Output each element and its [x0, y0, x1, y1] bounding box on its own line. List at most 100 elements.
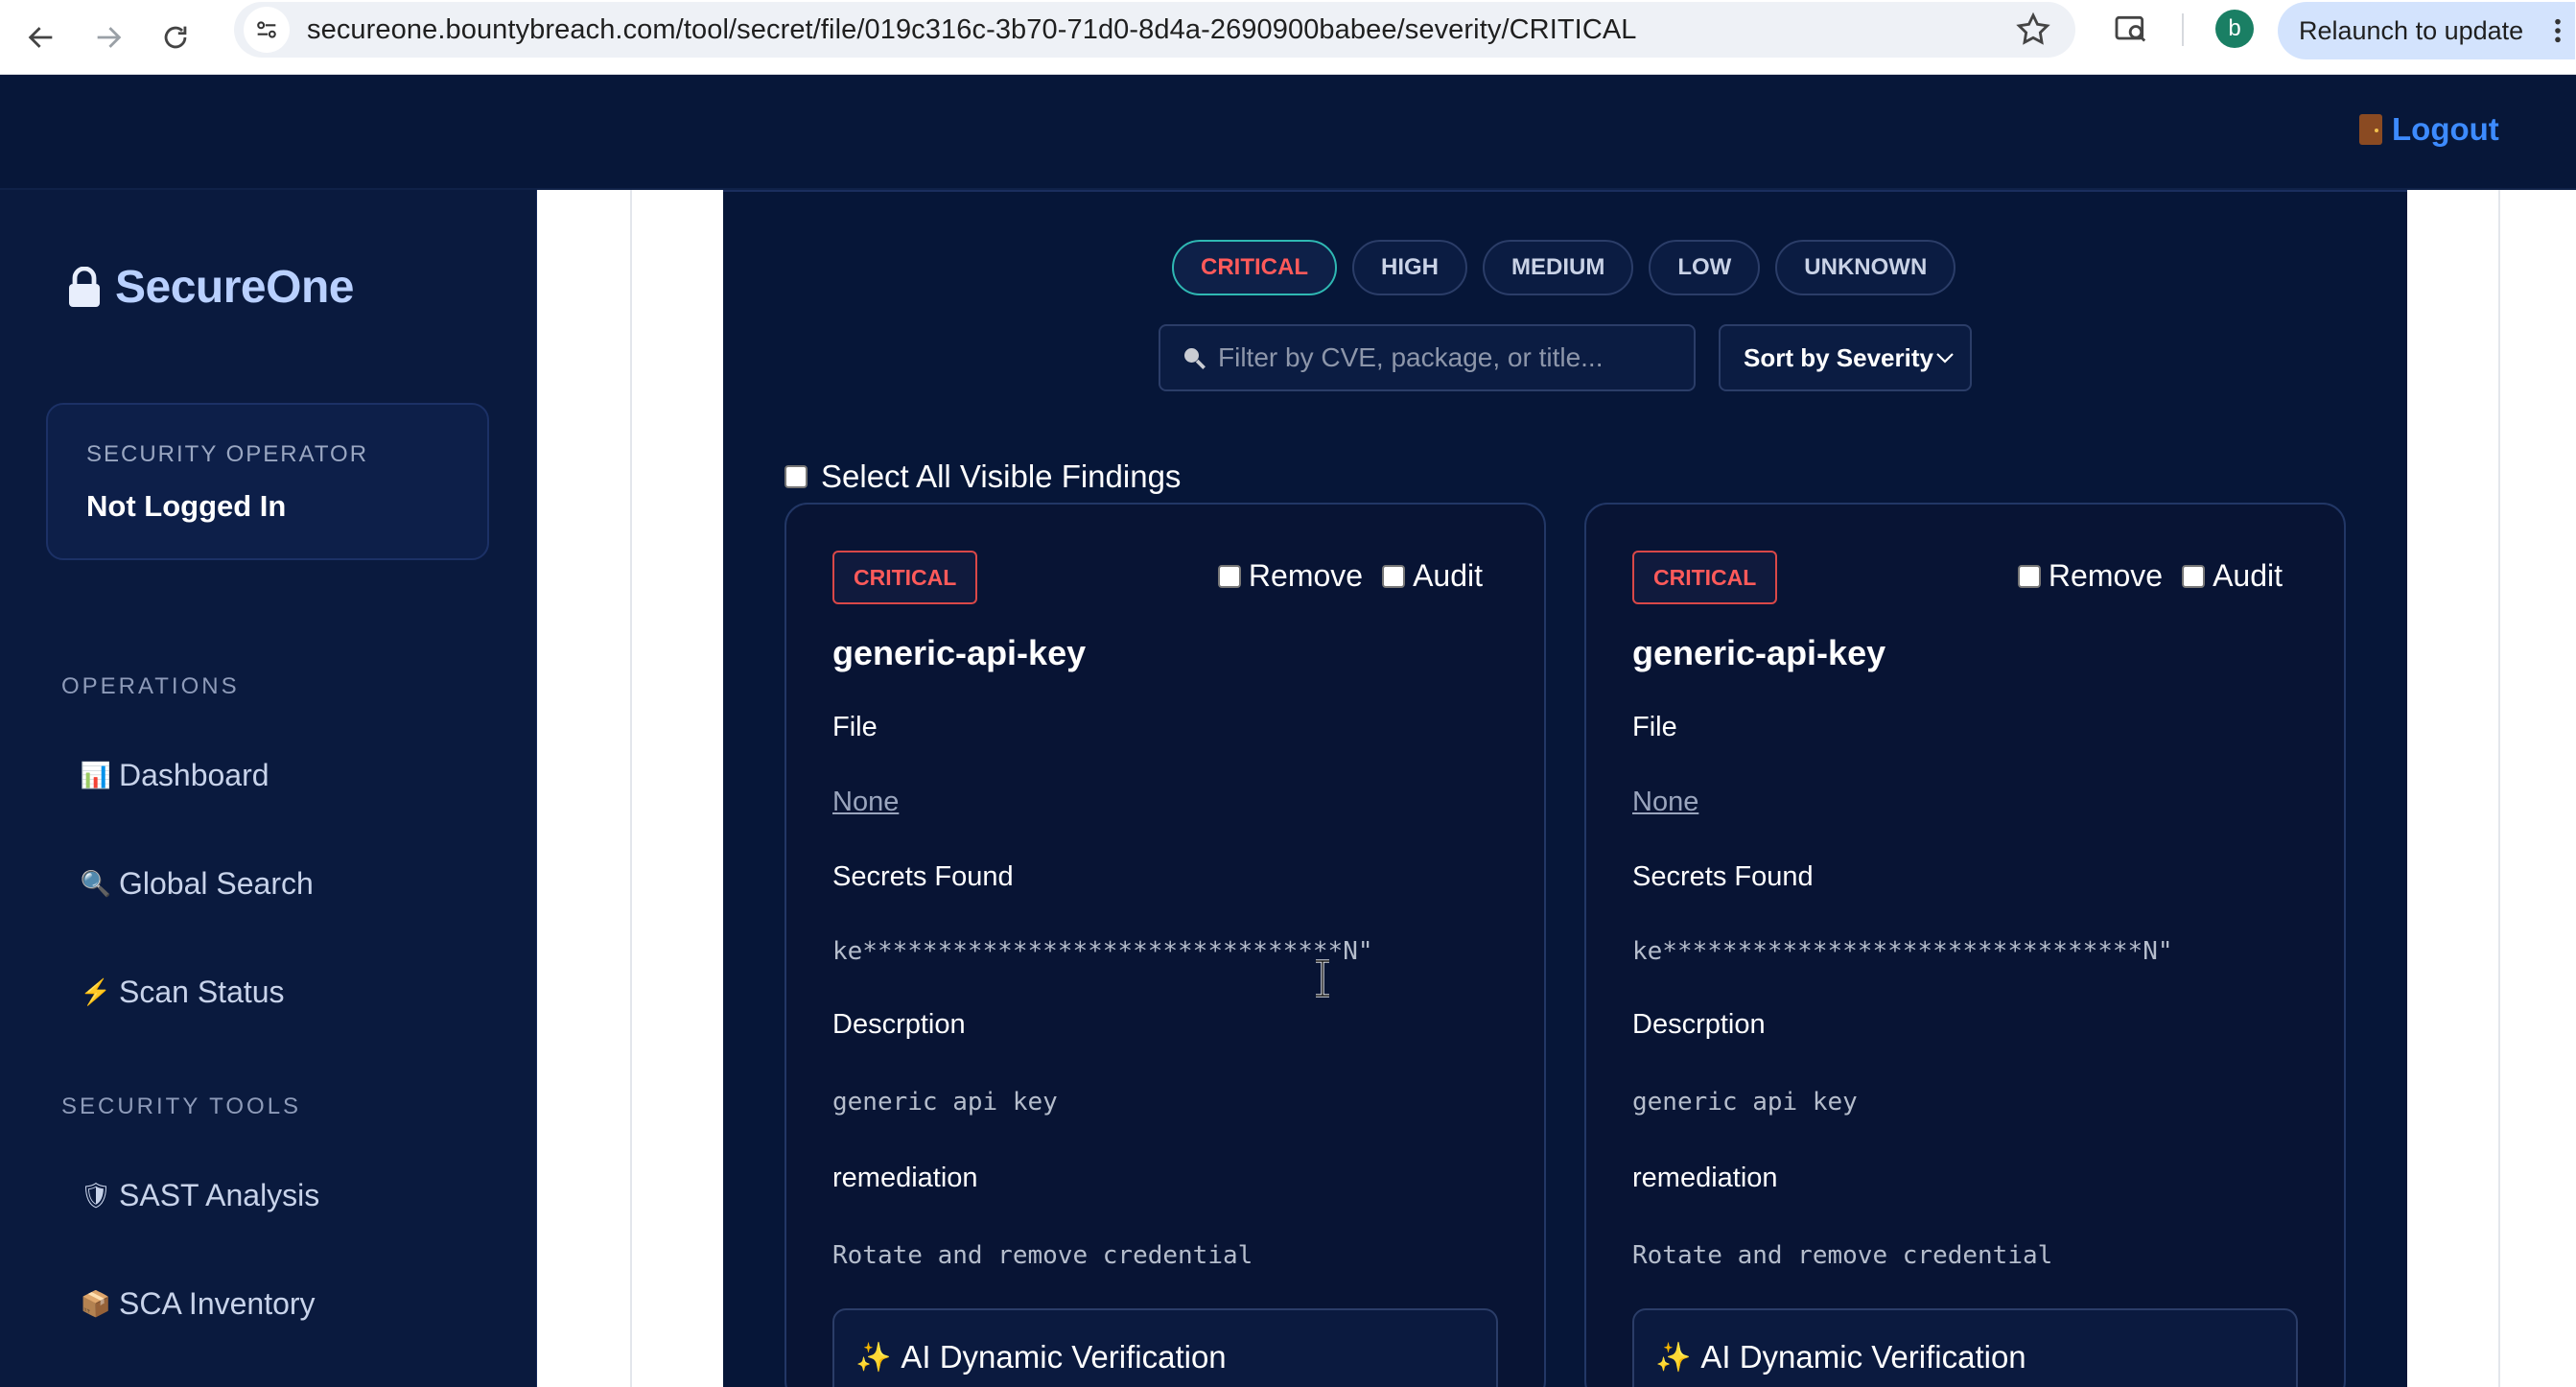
ai-verification-panel[interactable]: ✨ AI Dynamic Verification: [1632, 1308, 2298, 1387]
severity-badge: CRITICAL: [1632, 551, 1778, 604]
arrow-right-icon: [97, 26, 122, 48]
audit-checkbox[interactable]: [2182, 564, 2206, 588]
tab-high[interactable]: HIGH: [1351, 240, 1467, 295]
sidebar-item-label: SAST Analysis: [119, 1178, 320, 1212]
shield-icon: 🛡: [80, 1181, 112, 1210]
tab-medium[interactable]: MEDIUM: [1482, 240, 1634, 295]
finding-title: generic-api-key: [832, 633, 1087, 672]
toolbar-divider: [2182, 13, 2184, 46]
audit-label[interactable]: Audit: [2213, 558, 2283, 594]
card-actions: Remove Audit: [2017, 558, 2283, 594]
remediation-value: Rotate and remove credential: [1632, 1241, 2053, 1270]
file-label: File: [832, 712, 878, 742]
sidebar-item-label: Scan Status: [119, 975, 285, 1009]
site-info-button[interactable]: [244, 7, 290, 53]
ai-verification-panel[interactable]: ✨ AI Dynamic Verification: [832, 1308, 1498, 1387]
sidebar-item-global-search[interactable]: 🔍 Global Search: [81, 866, 314, 902]
app-header: Logout: [0, 75, 2576, 190]
operator-role: SECURITY OPERATOR: [86, 441, 369, 467]
file-link[interactable]: None: [1632, 787, 1698, 818]
tab-low[interactable]: LOW: [1649, 240, 1761, 295]
select-all-findings[interactable]: Select All Visible Findings: [785, 458, 1181, 495]
sidebar: SecureOne SECURITY OPERATOR Not Logged I…: [0, 190, 537, 1387]
description-value: generic api key: [832, 1088, 1058, 1117]
brand-logo[interactable]: SecureOne: [67, 261, 354, 314]
tab-unknown[interactable]: UNKNOWN: [1775, 240, 1956, 295]
ai-verification-title: ✨ AI Dynamic Verification: [1655, 1339, 2026, 1375]
secrets-label: Secrets Found: [1632, 861, 1814, 892]
address-bar[interactable]: secureone.bountybreach.com/tool/secret/f…: [234, 2, 2075, 58]
relaunch-label: Relaunch to update: [2299, 15, 2524, 45]
description-label: Descrption: [832, 1009, 966, 1040]
reload-button[interactable]: [142, 4, 209, 71]
remediation-label: remediation: [1632, 1163, 1778, 1193]
filter-input[interactable]: [1218, 342, 1678, 373]
select-all-checkbox[interactable]: [785, 465, 808, 488]
sidebar-item-label: Global Search: [119, 866, 314, 901]
finding-card: CRITICAL Remove Audit generic-api-key Fi…: [785, 503, 1546, 1387]
forward-button[interactable]: [75, 4, 142, 71]
card-actions: Remove Audit: [1217, 558, 1483, 594]
sidebar-item-dashboard[interactable]: 📊 Dashboard: [81, 758, 269, 793]
finding-card: CRITICAL Remove Audit generic-api-key Fi…: [1584, 503, 2346, 1387]
sidebar-item-sast-analysis[interactable]: 🛡 SAST Analysis: [80, 1178, 320, 1213]
back-button[interactable]: [8, 4, 75, 71]
logout-label: Logout: [2392, 111, 2499, 147]
reload-icon: [164, 26, 187, 48]
file-link[interactable]: None: [832, 787, 899, 818]
sidebar-item-sca-inventory[interactable]: 📦 SCA Inventory: [81, 1286, 316, 1322]
sidebar-item-label: SCA Inventory: [119, 1286, 316, 1321]
severity-tabs: CRITICAL HIGH MEDIUM LOW UNKNOWN: [1172, 240, 1971, 295]
sidebar-item-scan-status[interactable]: ⚡ Scan Status: [81, 975, 285, 1010]
audit-checkbox[interactable]: [1382, 564, 1406, 588]
package-icon: 📦: [80, 1289, 112, 1318]
more-vert-icon[interactable]: [2554, 17, 2562, 44]
text-cursor-icon: [1316, 959, 1329, 998]
lens-search-icon[interactable]: [2112, 10, 2150, 48]
secrets-label: Secrets Found: [832, 861, 1014, 892]
secret-value: ke********************************N": [1632, 937, 2173, 966]
ai-verification-label: AI Dynamic Verification: [1700, 1339, 2026, 1375]
sort-label: Sort by Severity: [1744, 342, 1933, 372]
audit-label[interactable]: Audit: [1413, 558, 1483, 594]
magnifier-icon: 🔍: [80, 869, 112, 898]
filter-field[interactable]: [1159, 324, 1696, 391]
door-icon: [2359, 114, 2382, 145]
remove-checkbox[interactable]: [1217, 564, 1241, 588]
browser-toolbar: secureone.bountybreach.com/tool/secret/f…: [0, 0, 2576, 75]
remediation-value: Rotate and remove credential: [832, 1241, 1253, 1270]
select-all-label: Select All Visible Findings: [821, 458, 1182, 494]
bookmark-star-icon[interactable]: [2014, 11, 2052, 49]
remove-label[interactable]: Remove: [2049, 558, 2163, 594]
sparkle-icon: ✨: [855, 1341, 892, 1374]
severity-badge: CRITICAL: [832, 551, 978, 604]
ai-verification-title: ✨ AI Dynamic Verification: [855, 1339, 1227, 1375]
logout-button[interactable]: Logout: [2359, 111, 2499, 148]
tab-critical[interactable]: CRITICAL: [1172, 240, 1337, 295]
sort-select[interactable]: Sort by Severity: [1719, 324, 1972, 391]
search-icon: [1184, 348, 1206, 369]
section-label-security-tools: SECURITY TOOLS: [61, 1093, 302, 1119]
tune-icon: [257, 21, 276, 38]
remediation-label: remediation: [832, 1163, 978, 1193]
file-label: File: [1632, 712, 1677, 742]
operator-card: SECURITY OPERATOR Not Logged In: [46, 403, 489, 560]
lightning-icon: ⚡: [80, 977, 112, 1006]
url-text[interactable]: secureone.bountybreach.com/tool/secret/f…: [307, 14, 1637, 46]
remove-label[interactable]: Remove: [1249, 558, 1363, 594]
profile-avatar[interactable]: b: [2215, 10, 2254, 48]
secret-value: ke********************************N": [832, 937, 1373, 966]
chevron-down-icon: [1936, 353, 1954, 364]
remove-checkbox[interactable]: [2017, 564, 2041, 588]
relaunch-button[interactable]: Relaunch to update: [2278, 2, 2575, 59]
finding-title: generic-api-key: [1632, 633, 1886, 672]
brand-name: SecureOne: [115, 262, 354, 313]
section-label-operations: OPERATIONS: [61, 673, 240, 699]
sparkle-icon: ✨: [1655, 1341, 1692, 1374]
chart-icon: 📊: [80, 761, 112, 789]
arrow-left-icon: [28, 26, 53, 48]
ai-verification-label: AI Dynamic Verification: [901, 1339, 1227, 1375]
sidebar-item-label: Dashboard: [119, 758, 269, 792]
lock-icon: [69, 266, 100, 307]
description-label: Descrption: [1632, 1009, 1766, 1040]
